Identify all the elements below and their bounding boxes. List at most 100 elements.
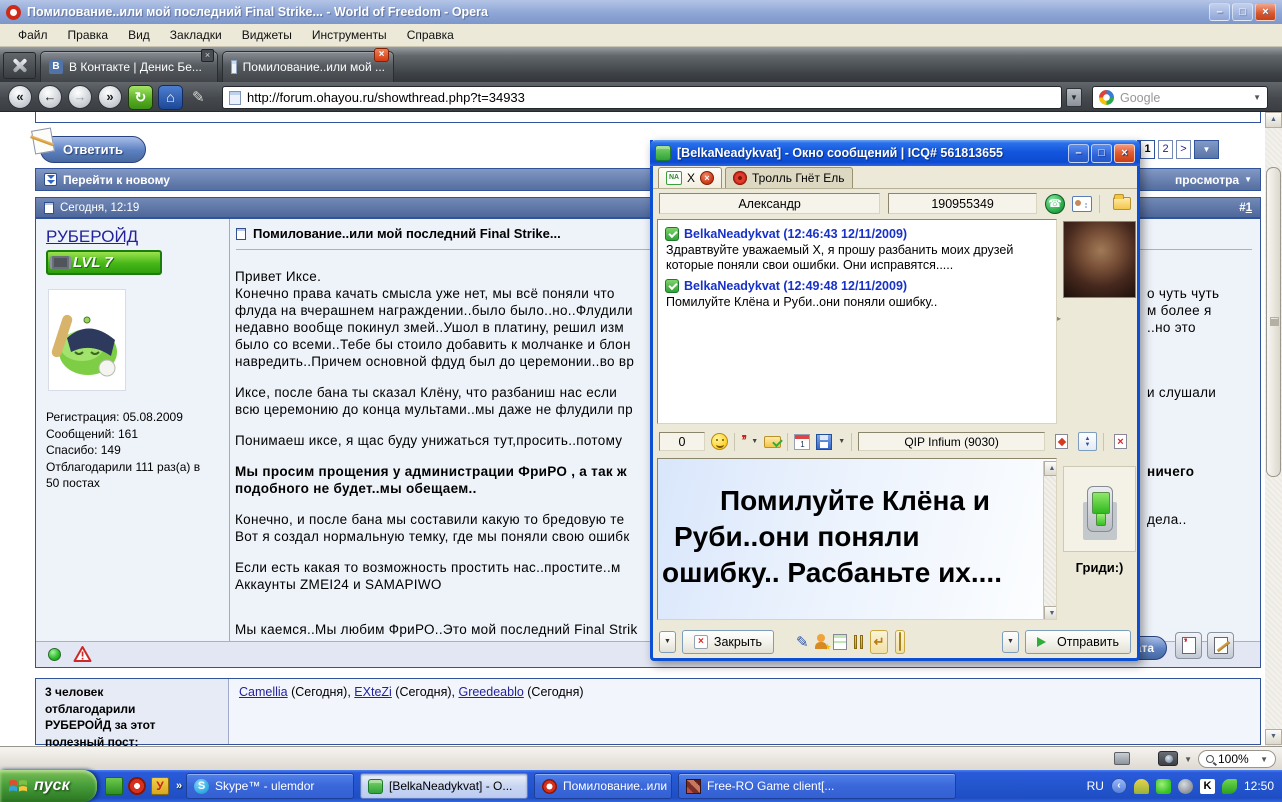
menu-bookmarks[interactable]: Закладки <box>160 28 232 42</box>
tray-chevron-icon[interactable] <box>1111 778 1127 794</box>
minimize-button[interactable]: – <box>1209 3 1230 21</box>
scroll-down-icon[interactable]: ▼ <box>1044 606 1057 620</box>
post-number-link[interactable]: 1 <box>1246 202 1252 214</box>
smiley-icon[interactable] <box>711 433 728 450</box>
report-warning-icon[interactable] <box>73 645 92 668</box>
maximize-button[interactable]: □ <box>1232 3 1253 21</box>
panel-collapse-icon[interactable] <box>1057 314 1061 323</box>
chat-tab-x[interactable]: X <box>658 167 722 188</box>
back-button[interactable]: ← <box>38 85 62 109</box>
forward-button[interactable]: → <box>68 85 92 109</box>
save-icon[interactable] <box>816 434 832 450</box>
message-input[interactable]: Помилуйте Клёна и Руби..они поняли ошибк… <box>657 458 1057 620</box>
input-scrollbar[interactable]: ▲ ▼ <box>1043 461 1057 620</box>
multiquote-button[interactable] <box>1175 632 1202 659</box>
contact-name-field[interactable]: Александр <box>659 193 880 214</box>
quick-launch-icon-3[interactable] <box>151 777 169 795</box>
qip-title-bar[interactable]: [BelkaNeadykvat] - Окно сообщений | ICQ#… <box>650 140 1140 166</box>
clear-message-button[interactable] <box>1051 431 1072 452</box>
add-user-icon[interactable] <box>816 634 826 649</box>
menu-edit[interactable]: Правка <box>58 28 119 42</box>
note-pencil-icon[interactable]: ✎ <box>192 88 205 106</box>
send-options-dropdown[interactable] <box>1002 631 1019 653</box>
task-opera[interactable]: Помилование..или м... <box>534 773 672 799</box>
chat-tab-close-icon[interactable] <box>700 171 714 185</box>
address-dropdown-icon[interactable] <box>1066 88 1082 107</box>
menu-tools[interactable]: Инструменты <box>302 28 397 42</box>
quick-reply-button[interactable] <box>1207 632 1234 659</box>
tray-icon-volume[interactable] <box>1178 779 1193 794</box>
view-options-link[interactable]: просмотра <box>1175 173 1239 187</box>
virtual-keyboard-toggle[interactable] <box>895 630 905 654</box>
tab-close-icon[interactable] <box>201 49 214 62</box>
history-folder-icon[interactable] <box>1113 197 1131 210</box>
qip-minimize-button[interactable]: – <box>1068 144 1089 163</box>
close-options-dropdown[interactable] <box>659 631 676 653</box>
rewind-button[interactable]: « <box>8 85 32 109</box>
page-scrollbar[interactable]: ▲ ▼ <box>1265 112 1282 746</box>
close-chat-button[interactable] <box>1110 431 1131 452</box>
view-options-dropdown-icon[interactable] <box>1244 175 1252 184</box>
tools-icon[interactable] <box>854 635 863 649</box>
thanks-user-link[interactable]: EXteZi <box>354 685 392 699</box>
scrollbar-thumb[interactable] <box>1266 167 1281 477</box>
scroll-up-icon[interactable]: ▲ <box>1265 112 1282 128</box>
quick-launch-more-icon[interactable] <box>176 780 182 792</box>
history-calendar-icon[interactable] <box>794 434 810 450</box>
close-chat-window-button[interactable]: Закрыть <box>682 630 774 654</box>
tray-icon-kaspersky[interactable] <box>1200 779 1215 794</box>
clock[interactable]: 12:50 <box>1244 779 1274 793</box>
panels-icon[interactable] <box>1114 752 1130 765</box>
images-dropdown-icon[interactable] <box>1184 755 1192 764</box>
contact-card-icon[interactable] <box>1072 196 1092 212</box>
qip-close-button[interactable]: × <box>1114 144 1135 163</box>
tab-vkontakte[interactable]: В Контакте | Денис Бе... <box>40 51 218 82</box>
tab-thread[interactable]: Помилование..или мой ... <box>222 51 394 82</box>
search-dropdown-icon[interactable] <box>1253 93 1261 102</box>
quick-launch-icon-1[interactable] <box>105 777 123 795</box>
thanks-user-link[interactable]: Camellia <box>239 685 288 699</box>
search-input[interactable]: Google <box>1092 86 1268 109</box>
send-on-enter-toggle[interactable] <box>870 630 889 654</box>
address-input[interactable]: http://forum.ohayou.ru/showthread.php?t=… <box>222 86 1062 109</box>
split-resize-icon[interactable] <box>1078 432 1097 451</box>
quote-dropdown-icon[interactable] <box>751 438 758 445</box>
menu-help[interactable]: Справка <box>397 28 464 42</box>
scroll-up-icon[interactable]: ▲ <box>1044 461 1057 476</box>
goto-new-link[interactable]: Перейти к новому <box>63 173 170 187</box>
quick-settings-button[interactable] <box>3 52 36 79</box>
call-icon[interactable] <box>1045 194 1065 214</box>
language-indicator[interactable]: RU <box>1087 779 1104 793</box>
quote-insert-icon[interactable] <box>741 435 745 449</box>
status-text[interactable]: Гриди:) <box>1063 560 1136 575</box>
tray-icon-agent[interactable] <box>1134 779 1149 794</box>
tab-close-icon[interactable] <box>374 48 389 62</box>
contact-uin-field[interactable]: 190955349 <box>888 193 1037 214</box>
page-dropdown-icon[interactable] <box>1194 140 1219 159</box>
task-skype[interactable]: Skype™ - ulemdor <box>186 773 354 799</box>
task-qip[interactable]: [BelkaNeadykvat] - O... <box>360 773 528 799</box>
menu-view[interactable]: Вид <box>118 28 160 42</box>
reload-button[interactable]: ↻ <box>128 85 153 110</box>
post-author-link[interactable]: РУБЕРОЙД <box>46 227 138 247</box>
page-link[interactable]: 2 <box>1158 140 1173 159</box>
tray-icon-antivirus[interactable] <box>1156 779 1171 794</box>
qip-maximize-button[interactable]: □ <box>1091 144 1112 163</box>
page-next-link[interactable]: > <box>1176 140 1191 159</box>
thanks-user-link[interactable]: Greedeablo <box>458 685 523 699</box>
spellcheck-icon[interactable] <box>764 436 781 448</box>
reply-button[interactable]: Ответить <box>40 136 146 163</box>
start-button[interactable]: пуск <box>0 770 97 802</box>
scroll-down-icon[interactable]: ▼ <box>1265 729 1282 745</box>
chat-tab-troll[interactable]: Тролль Гнёт Ель <box>725 167 853 188</box>
home-button[interactable]: ⌂ <box>158 85 183 110</box>
images-toggle-icon[interactable] <box>1158 751 1178 766</box>
task-freero[interactable]: Free-RO Game client[... <box>678 773 956 799</box>
zoom-dropdown-icon[interactable] <box>1260 755 1268 764</box>
tray-icon-qip[interactable] <box>1222 779 1237 794</box>
save-dropdown-icon[interactable] <box>838 438 845 445</box>
font-style-icon[interactable] <box>796 633 809 651</box>
menu-widgets[interactable]: Виджеты <box>232 28 302 42</box>
send-button[interactable]: Отправить <box>1025 630 1131 654</box>
close-button[interactable]: × <box>1255 3 1276 21</box>
